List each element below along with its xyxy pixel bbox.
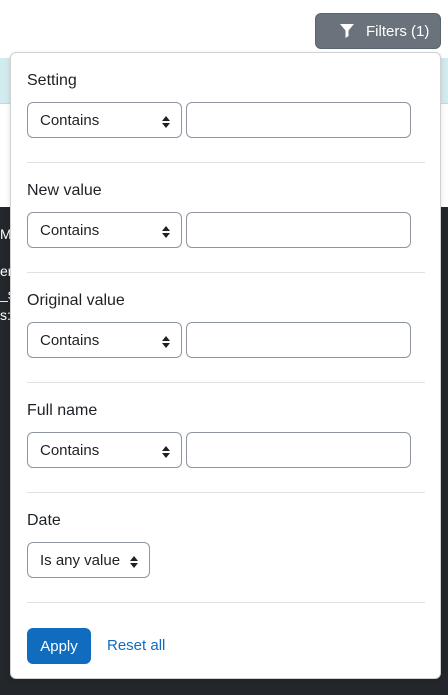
filter-date-label: Date [27, 512, 61, 529]
background-text: ers [0, 263, 10, 279]
filter-full-name: Full name Contains [27, 401, 425, 471]
filters-button[interactable]: Filters (1) [315, 13, 441, 49]
funnel-icon [340, 24, 354, 38]
filter-setting-operator-select[interactable]: Contains [27, 102, 182, 138]
filter-date-operator-value: Is any value [40, 551, 121, 569]
select-arrows-icon [162, 225, 170, 238]
filter-new-value-operator-value: Contains [40, 221, 100, 239]
filter-setting-operator-value: Contains [40, 111, 100, 129]
divider [27, 272, 425, 273]
filter-original-value-operator-value: Contains [40, 331, 100, 349]
background-text: M [0, 226, 10, 242]
background-text: s: [0, 307, 10, 323]
filter-original-value: Original value Contains [27, 291, 425, 361]
filter-full-name-value-input[interactable] [186, 432, 411, 468]
divider [27, 162, 425, 163]
filter-full-name-operator-value: Contains [40, 441, 100, 459]
select-arrows-icon [162, 115, 170, 128]
divider [27, 382, 425, 383]
background-text: _s [0, 286, 10, 302]
reset-all-link[interactable]: Reset all [107, 636, 165, 656]
apply-button[interactable]: Apply [27, 628, 91, 664]
filter-setting-value-input[interactable] [186, 102, 411, 138]
select-arrows-icon [162, 335, 170, 348]
filter-new-value: New value Contains [27, 181, 425, 251]
filter-date-operator-select[interactable]: Is any value [27, 542, 150, 578]
filter-new-value-operator-select[interactable]: Contains [27, 212, 182, 248]
filter-new-value-value-input[interactable] [186, 212, 411, 248]
divider [27, 602, 425, 603]
filter-setting: Setting Contains [27, 71, 425, 141]
filter-original-value-operator-select[interactable]: Contains [27, 322, 182, 358]
filter-date: Date Is any value [27, 511, 425, 581]
divider [27, 492, 425, 493]
filters-panel: Setting Contains New value Contains Orig… [10, 52, 441, 679]
filter-new-value-label: New value [27, 182, 102, 199]
filter-full-name-operator-select[interactable]: Contains [27, 432, 182, 468]
filter-full-name-label: Full name [27, 402, 98, 419]
filter-setting-label: Setting [27, 72, 77, 89]
select-arrows-icon [130, 555, 138, 568]
select-arrows-icon [162, 445, 170, 458]
filters-button-label: Filters (1) [366, 22, 430, 40]
filter-original-value-value-input[interactable] [186, 322, 411, 358]
filter-original-value-label: Original value [27, 292, 125, 309]
